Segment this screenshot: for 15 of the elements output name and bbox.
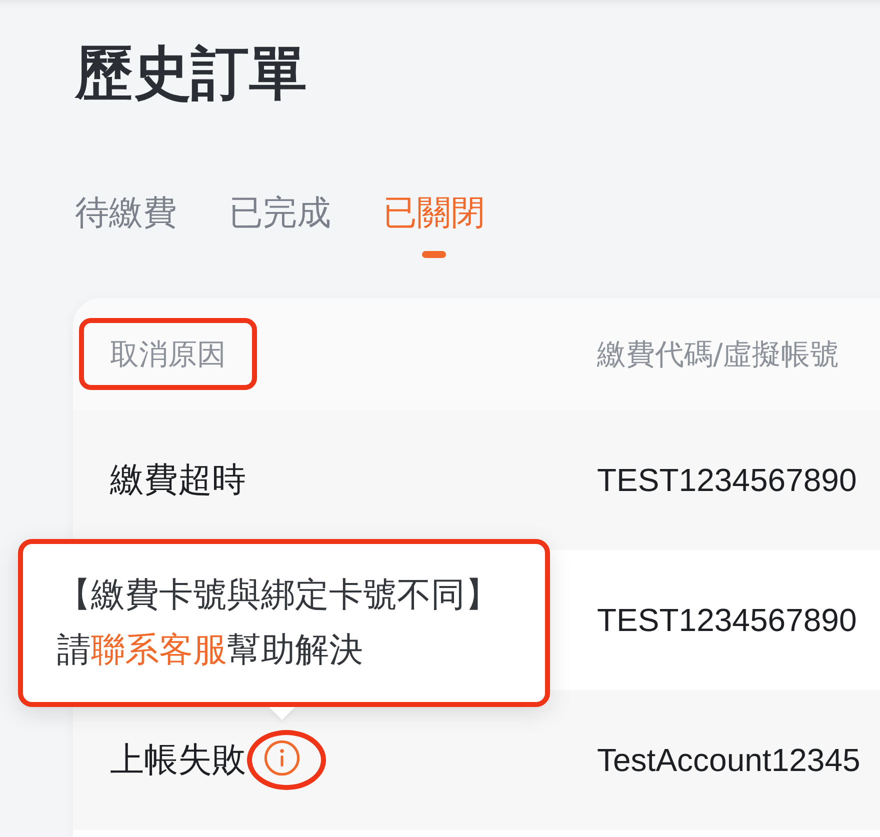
table-cell-text: TEST1234567890 [597,461,857,500]
column-header: 繳費代碼/虛擬帳號 [597,336,839,373]
table-cell-text: TEST1234567890 [597,601,857,640]
column-header: 取消原因 [79,318,257,390]
tooltip-message: 請聯系客服幫助解決 [57,629,364,672]
tab[interactable]: 待繳費 [75,191,177,235]
tab[interactable]: 已關閉 [383,191,485,235]
tab[interactable]: 已完成 [229,191,331,235]
page-title: 歷史訂單 [75,38,307,108]
contact-support-link[interactable]: 聯系客服 [91,630,227,670]
table-cell-text: TestAccount12345 [597,741,860,780]
table-cell-text: 上帳失敗 [110,739,246,782]
table-cell-text: 繳費超時 [110,459,246,502]
info-icon[interactable] [264,740,300,776]
tooltip-title: 【繳費卡號與綁定卡號不同】 [57,574,500,617]
